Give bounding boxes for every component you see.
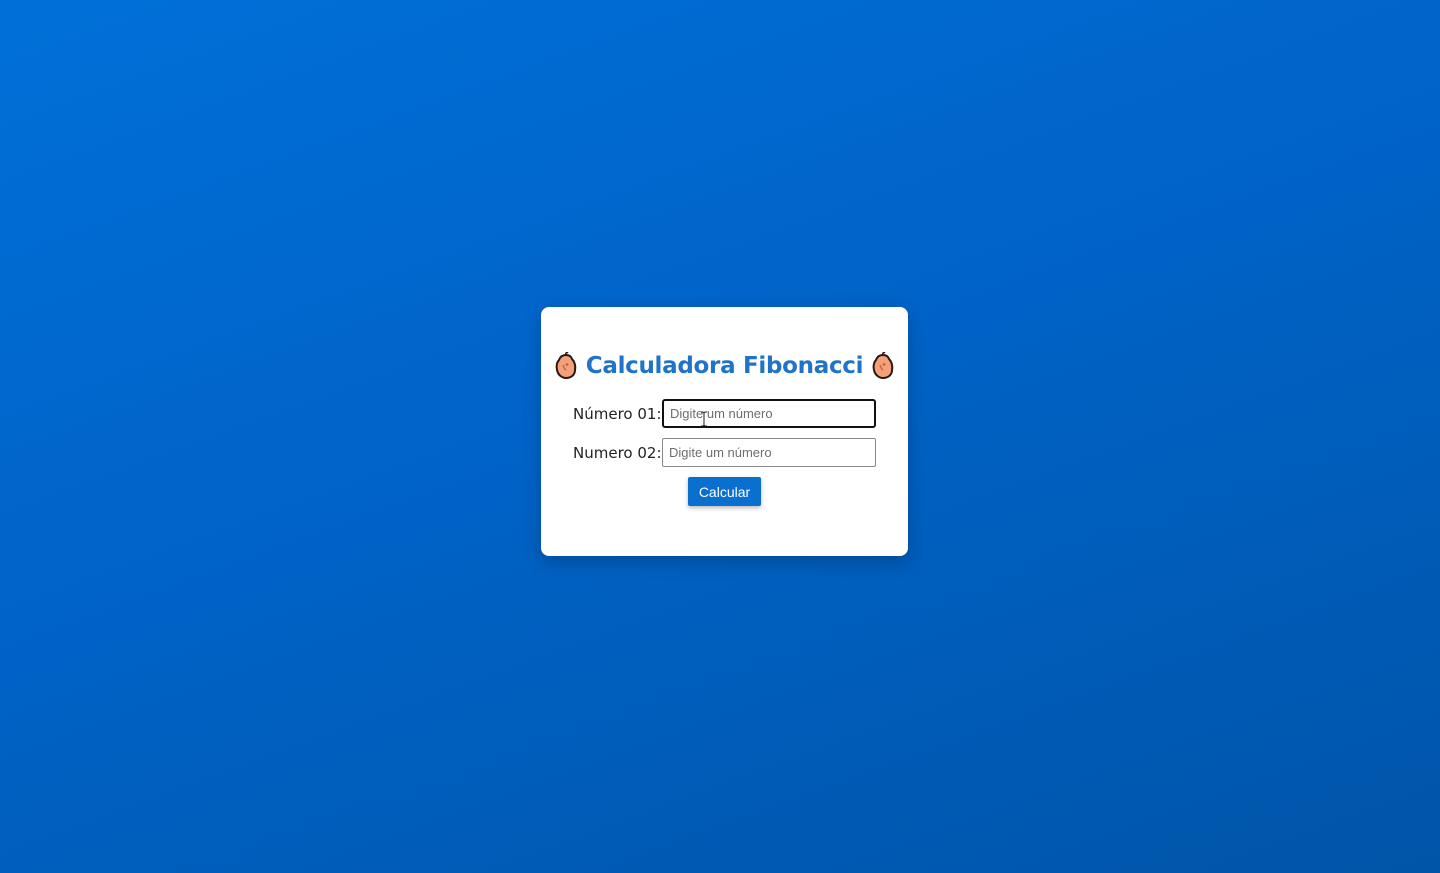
- calculate-button[interactable]: Calcular: [688, 477, 761, 506]
- number-02-label: Numero 02:: [573, 443, 662, 462]
- peach-icon: [554, 351, 578, 380]
- peach-icon: [871, 351, 895, 380]
- field-row-number-02: Numero 02:: [573, 438, 876, 467]
- number-02-input[interactable]: [662, 438, 876, 467]
- number-01-input[interactable]: [662, 399, 876, 428]
- title-row: Calculadora Fibonacci: [541, 349, 908, 383]
- number-01-label: Número 01:: [573, 404, 662, 423]
- calculator-card: Calculadora Fibonacci Número 01: Numero …: [541, 307, 908, 556]
- page-title: Calculadora Fibonacci: [585, 353, 864, 379]
- field-row-number-01: Número 01:: [573, 399, 876, 428]
